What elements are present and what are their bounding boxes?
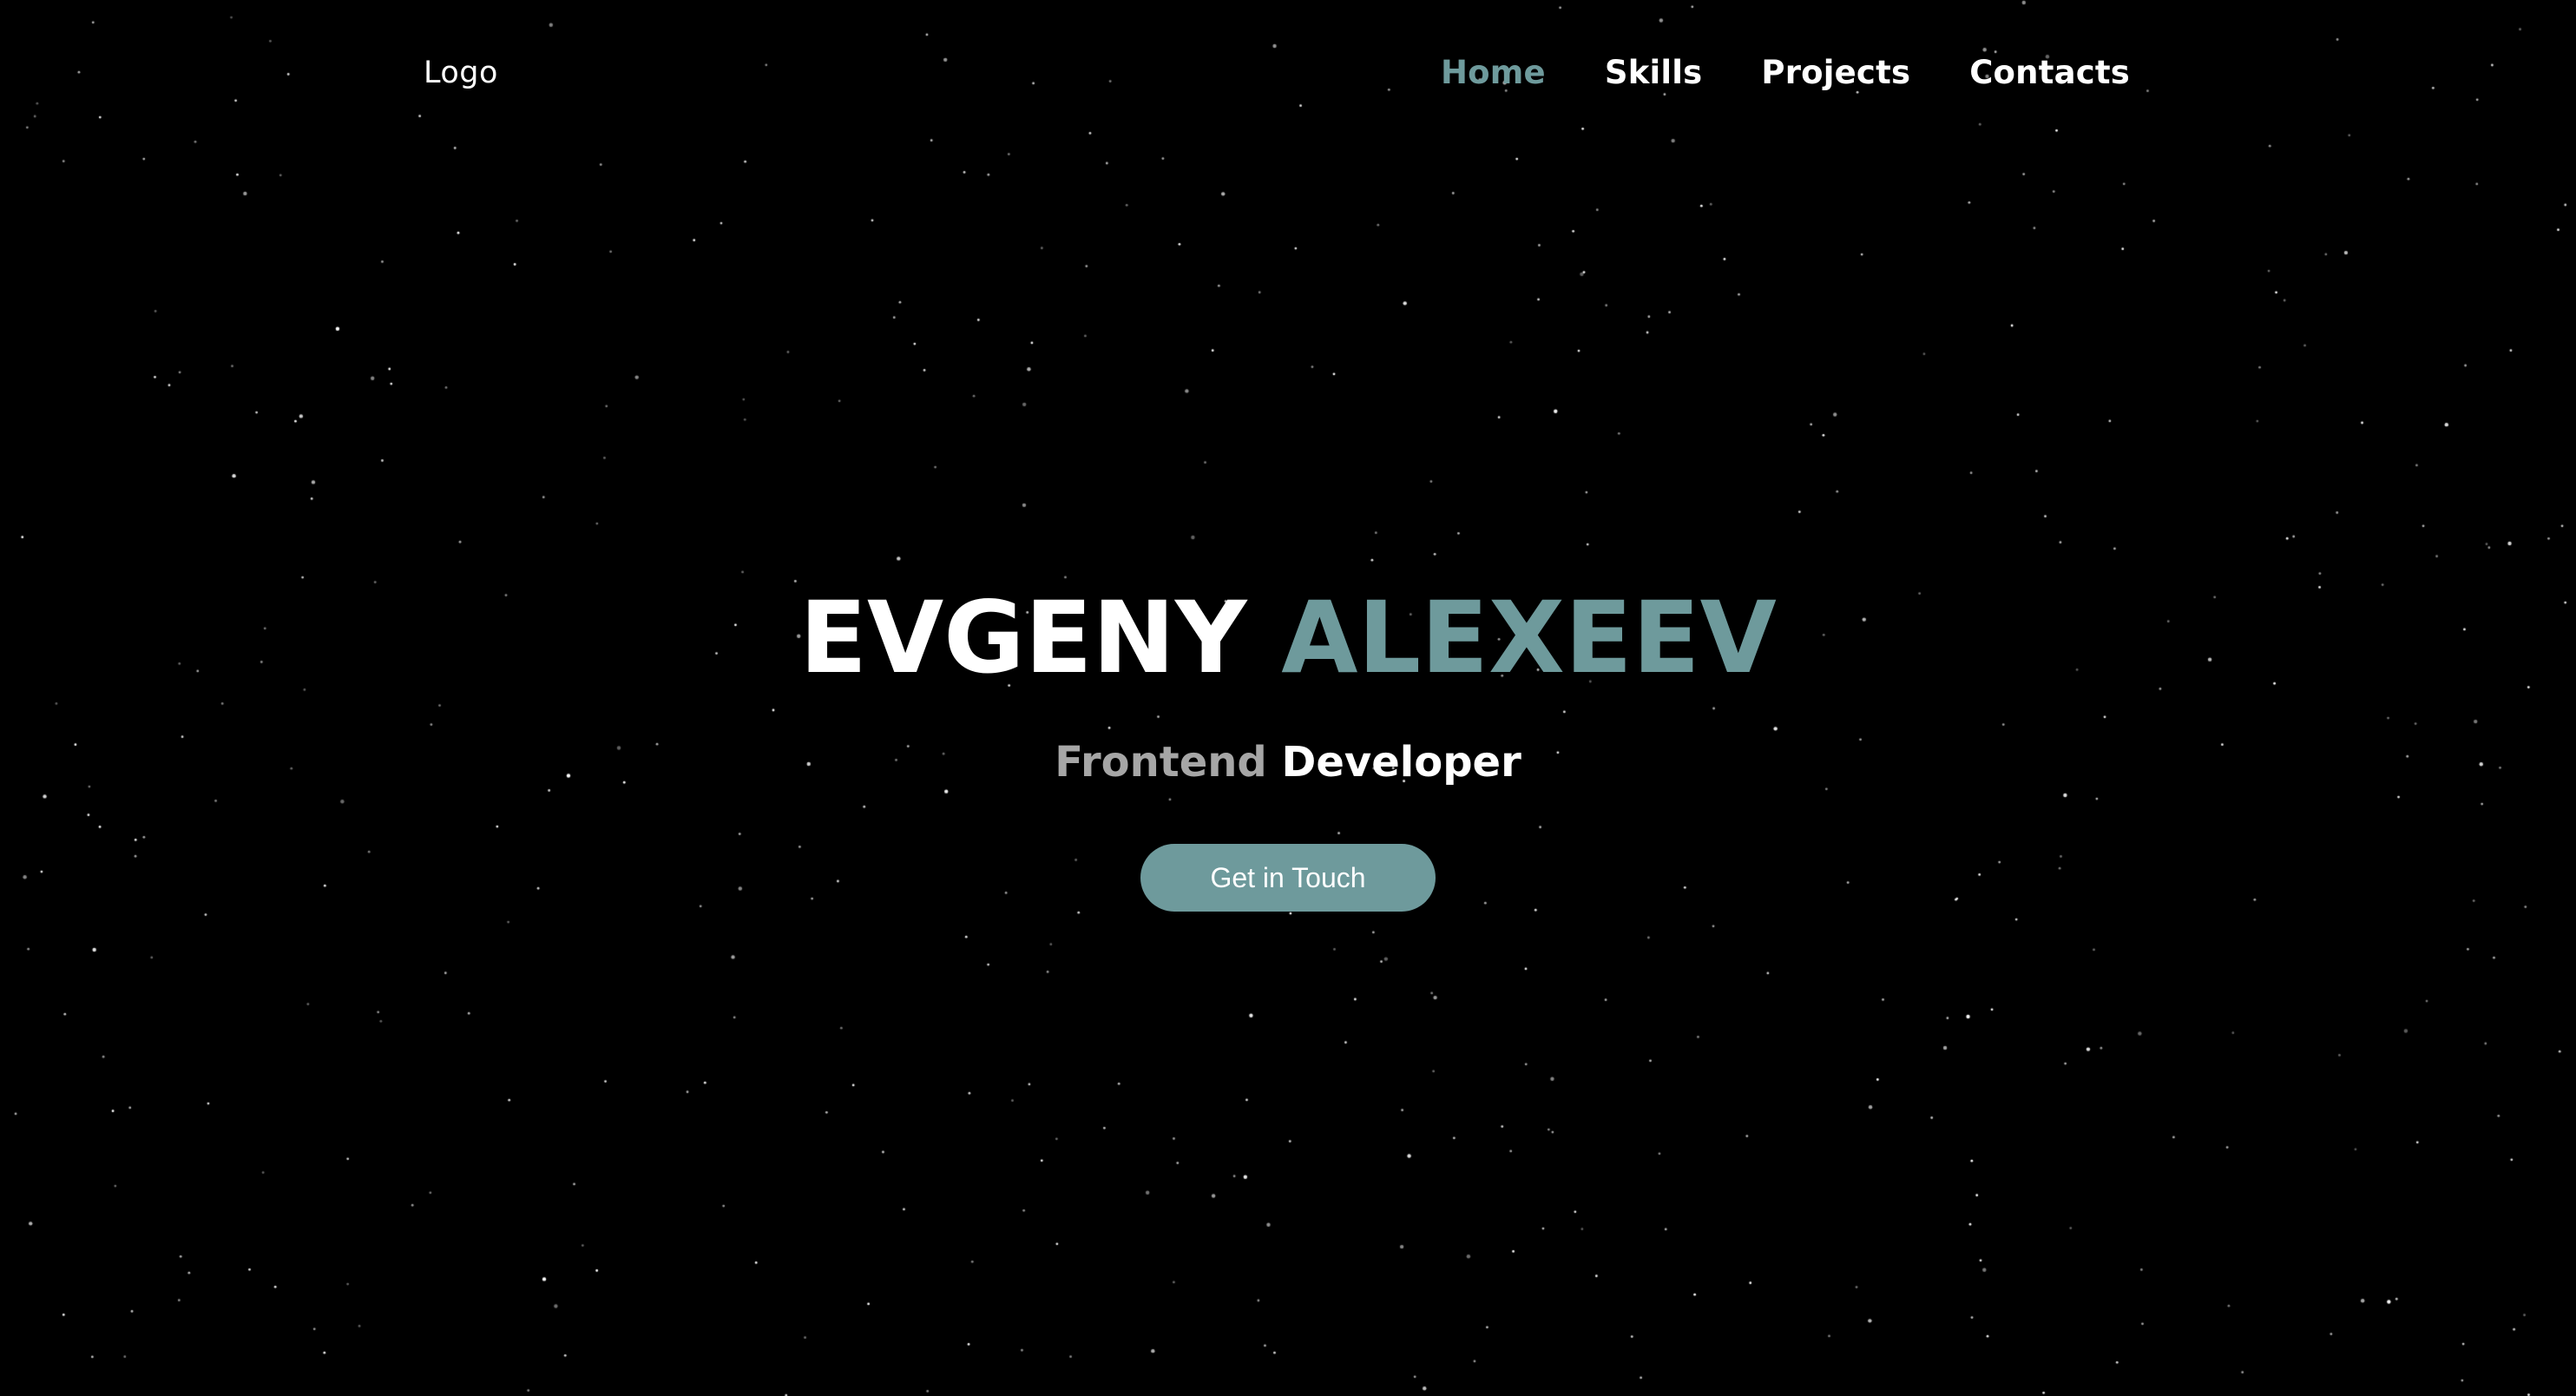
nav-item-contacts[interactable]: Contacts: [1969, 54, 2130, 91]
hero-first-name: EVGENY: [799, 580, 1247, 695]
nav-menu: Home Skills Projects Contacts: [1441, 54, 2130, 91]
hero-role-bright: Developer: [1281, 738, 1521, 787]
hero-section: EVGENY ALEXEEV Frontend Developer Get in…: [0, 573, 2576, 912]
hero-role-muted: Frontend: [1055, 738, 1267, 787]
page: Logo Home Skills Projects Contacts EVGEN…: [0, 0, 2576, 1396]
hero-role: Frontend Developer: [1055, 734, 1521, 790]
get-in-touch-button[interactable]: Get in Touch: [1140, 844, 1436, 912]
top-navigation: Logo Home Skills Projects Contacts: [0, 0, 2576, 153]
hero-name: EVGENY ALEXEEV: [799, 573, 1777, 703]
nav-item-projects[interactable]: Projects: [1761, 54, 1910, 91]
nav-item-skills[interactable]: Skills: [1605, 54, 1703, 91]
nav-item-home[interactable]: Home: [1441, 54, 1546, 91]
logo[interactable]: Logo: [424, 56, 498, 90]
hero-last-name: ALEXEEV: [1281, 580, 1777, 695]
